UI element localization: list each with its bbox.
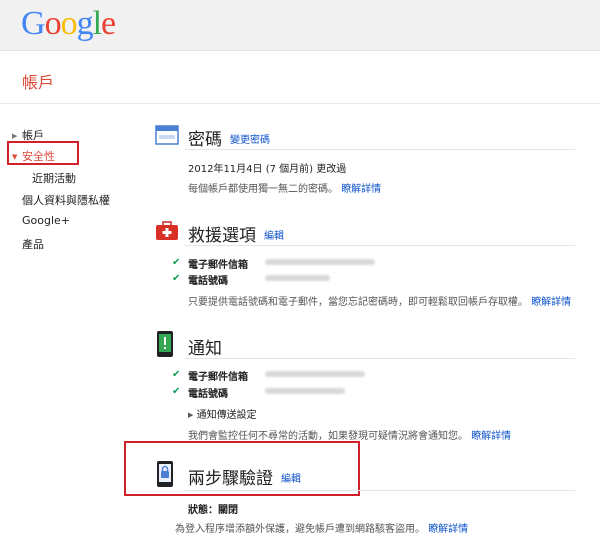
password-section: 密碼 變更密碼 2012年11月4日 (7 個月前) 更改過 每個帳戶都使用獨一無… xyxy=(155,124,575,195)
sidebar-item-label: 個人資料與隱私權 xyxy=(22,194,110,207)
logo-letter: g xyxy=(76,5,94,42)
chevron-right-icon: ▶ xyxy=(188,411,194,419)
sidebar-item-label: Google+ xyxy=(22,214,71,227)
password-description: 每個帳戶都使用獨一無二的密碼。 瞭解詳情 xyxy=(188,184,382,195)
sidebar-item-label: 近期活動 xyxy=(32,172,76,185)
password-changed-date: 2012年11月4日 (7 個月前) 更改過 xyxy=(188,164,347,175)
redacted-phone-value xyxy=(265,274,330,285)
password-learn-more-link[interactable]: 瞭解詳情 xyxy=(341,184,381,195)
google-logo[interactable]: Google xyxy=(21,4,116,44)
divider xyxy=(185,358,575,359)
notifications-title: 通知 xyxy=(188,339,222,359)
logo-letter: l xyxy=(92,5,103,42)
two-step-status: 狀態：關閉 xyxy=(188,505,238,516)
sidebar-item-profile-privacy[interactable]: 個人資料與隱私權 xyxy=(22,192,110,208)
first-aid-kit-icon xyxy=(155,220,179,244)
top-bar: Google xyxy=(0,0,600,51)
check-icon: ✔ xyxy=(172,257,181,268)
check-icon: ✔ xyxy=(172,273,181,284)
phone-alert-icon xyxy=(155,330,179,357)
password-window-icon xyxy=(155,124,179,148)
notifications-learn-more-link[interactable]: 瞭解詳情 xyxy=(471,431,511,442)
security-highlight-box xyxy=(7,141,79,165)
divider xyxy=(185,245,575,246)
password-title: 密碼 變更密碼 xyxy=(188,130,270,150)
two-step-edit-link[interactable]: 編輯 xyxy=(281,474,301,485)
notify-email-label: 電子郵件信箱 xyxy=(188,372,248,383)
check-icon: ✔ xyxy=(172,386,181,397)
logo-letter: G xyxy=(21,5,46,42)
recovery-description: 只要提供電話號碼和電子郵件，當您忘記密碼時，即可輕鬆取回帳戶存取權。 瞭解詳情 xyxy=(188,297,572,308)
chevron-right-icon: ▶ xyxy=(12,132,18,140)
page-title: 帳戶 xyxy=(22,73,55,92)
recovery-section: 救援選項 編輯 ✔ 電子郵件信箱 ✔ 電話號碼 只要提供電話號碼和電子郵件，當您忘… xyxy=(155,220,575,310)
divider xyxy=(185,149,575,150)
logo-letter: o xyxy=(44,5,62,42)
divider xyxy=(185,490,575,491)
logo-letter: o xyxy=(60,5,78,42)
redacted-email-value xyxy=(265,258,375,269)
notify-phone-label: 電話號碼 xyxy=(188,389,228,400)
two-step-description: 為登入程序增添額外保護，避免帳戶遭到網路駭客盜用。 瞭解詳情 xyxy=(175,524,469,535)
sidebar-item-label: 產品 xyxy=(22,238,44,251)
notifications-section: 通知 ✔ 電子郵件信箱 ✔ 電話號碼 ▶ 通知傳送設定 我們會監控任何不尋常的活… xyxy=(155,330,575,445)
two-step-section: 兩步驟驗證 編輯 狀態：關閉 為登入程序增添額外保護，避免帳戶遭到網路駭客盜用。 … xyxy=(155,460,575,540)
sidebar-item-recent-activity[interactable]: 近期活動 xyxy=(32,170,76,186)
notifications-description: 我們會監控任何不尋常的活動，如果發現可疑情況將會通知您。 瞭解詳情 xyxy=(188,431,512,442)
redacted-phone-value xyxy=(265,387,345,398)
account-header: 帳戶 xyxy=(0,52,600,104)
recovery-learn-more-link[interactable]: 瞭解詳情 xyxy=(531,297,571,308)
phone-lock-icon xyxy=(155,460,179,487)
recovery-title: 救援選項 編輯 xyxy=(188,226,284,246)
two-step-title: 兩步驟驗證 編輯 xyxy=(188,469,301,489)
notification-settings-toggle[interactable]: ▶ 通知傳送設定 xyxy=(188,406,257,421)
recovery-edit-link[interactable]: 編輯 xyxy=(264,231,284,242)
recovery-email-label: 電子郵件信箱 xyxy=(188,260,248,271)
change-password-link[interactable]: 變更密碼 xyxy=(230,135,270,146)
redacted-email-value xyxy=(265,370,365,381)
two-step-learn-more-link[interactable]: 瞭解詳情 xyxy=(428,524,468,535)
recovery-phone-label: 電話號碼 xyxy=(188,276,228,287)
check-icon: ✔ xyxy=(172,369,181,380)
sidebar-item-google-plus[interactable]: Google+ xyxy=(22,214,70,227)
logo-letter: e xyxy=(101,5,116,42)
sidebar-item-products[interactable]: 產品 xyxy=(22,236,44,252)
